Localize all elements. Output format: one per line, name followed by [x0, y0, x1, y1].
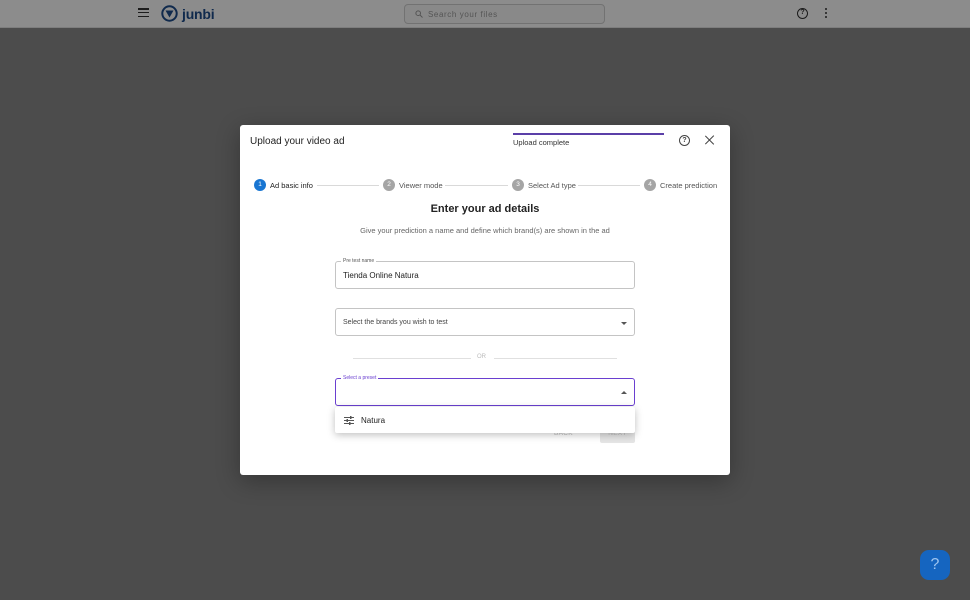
field-label: Pre test name: [341, 258, 377, 264]
step-connector: [317, 185, 379, 186]
step-label: Create prediction: [660, 180, 718, 190]
preset-select[interactable]: Select a preset: [335, 375, 635, 406]
dialog-title: Upload your video ad: [250, 136, 345, 147]
step-viewer-mode: 2 Viewer mode: [383, 179, 443, 191]
dropdown-arrow-up-icon: [621, 391, 627, 394]
tune-icon: [344, 415, 354, 425]
help-fab-button[interactable]: ?: [920, 550, 950, 580]
step-number: 3: [512, 179, 524, 191]
close-icon[interactable]: [704, 134, 716, 146]
step-label: Select Ad type: [528, 180, 576, 190]
or-text: OR: [477, 354, 486, 360]
select-placeholder: Select the brands you wish to test: [343, 319, 448, 326]
field-label: Select a preset: [341, 375, 379, 381]
step-label: Ad basic info: [270, 180, 313, 190]
upload-progress-bar: [513, 133, 664, 135]
upload-status: Upload complete: [513, 138, 570, 147]
step-number: 4: [644, 179, 656, 191]
option-label: Natura: [361, 415, 386, 425]
dropdown-arrow-icon: [621, 322, 627, 325]
or-divider: OR: [353, 354, 617, 360]
brands-select[interactable]: Select the brands you wish to test: [335, 308, 635, 336]
field-value: Tienda Online Natura: [343, 271, 419, 280]
step-number: 1: [254, 179, 266, 191]
preset-option[interactable]: Natura: [335, 407, 635, 433]
dialog-help-icon[interactable]: ?: [679, 135, 690, 146]
step-select-ad-type: 3 Select Ad type: [512, 179, 576, 191]
section-subheading: Give your prediction a name and define w…: [360, 226, 610, 235]
preset-dropdown-menu: Natura: [335, 407, 635, 433]
step-ad-basic-info: 1 Ad basic info: [254, 179, 313, 191]
step-number: 2: [383, 179, 395, 191]
step-connector: [578, 185, 640, 186]
section-heading: Enter your ad details: [430, 203, 540, 215]
step-create-prediction: 4 Create prediction: [644, 179, 717, 191]
step-connector: [445, 185, 508, 186]
pretest-name-field[interactable]: Pre test name Tienda Online Natura: [335, 258, 635, 289]
step-label: Viewer mode: [399, 180, 443, 190]
